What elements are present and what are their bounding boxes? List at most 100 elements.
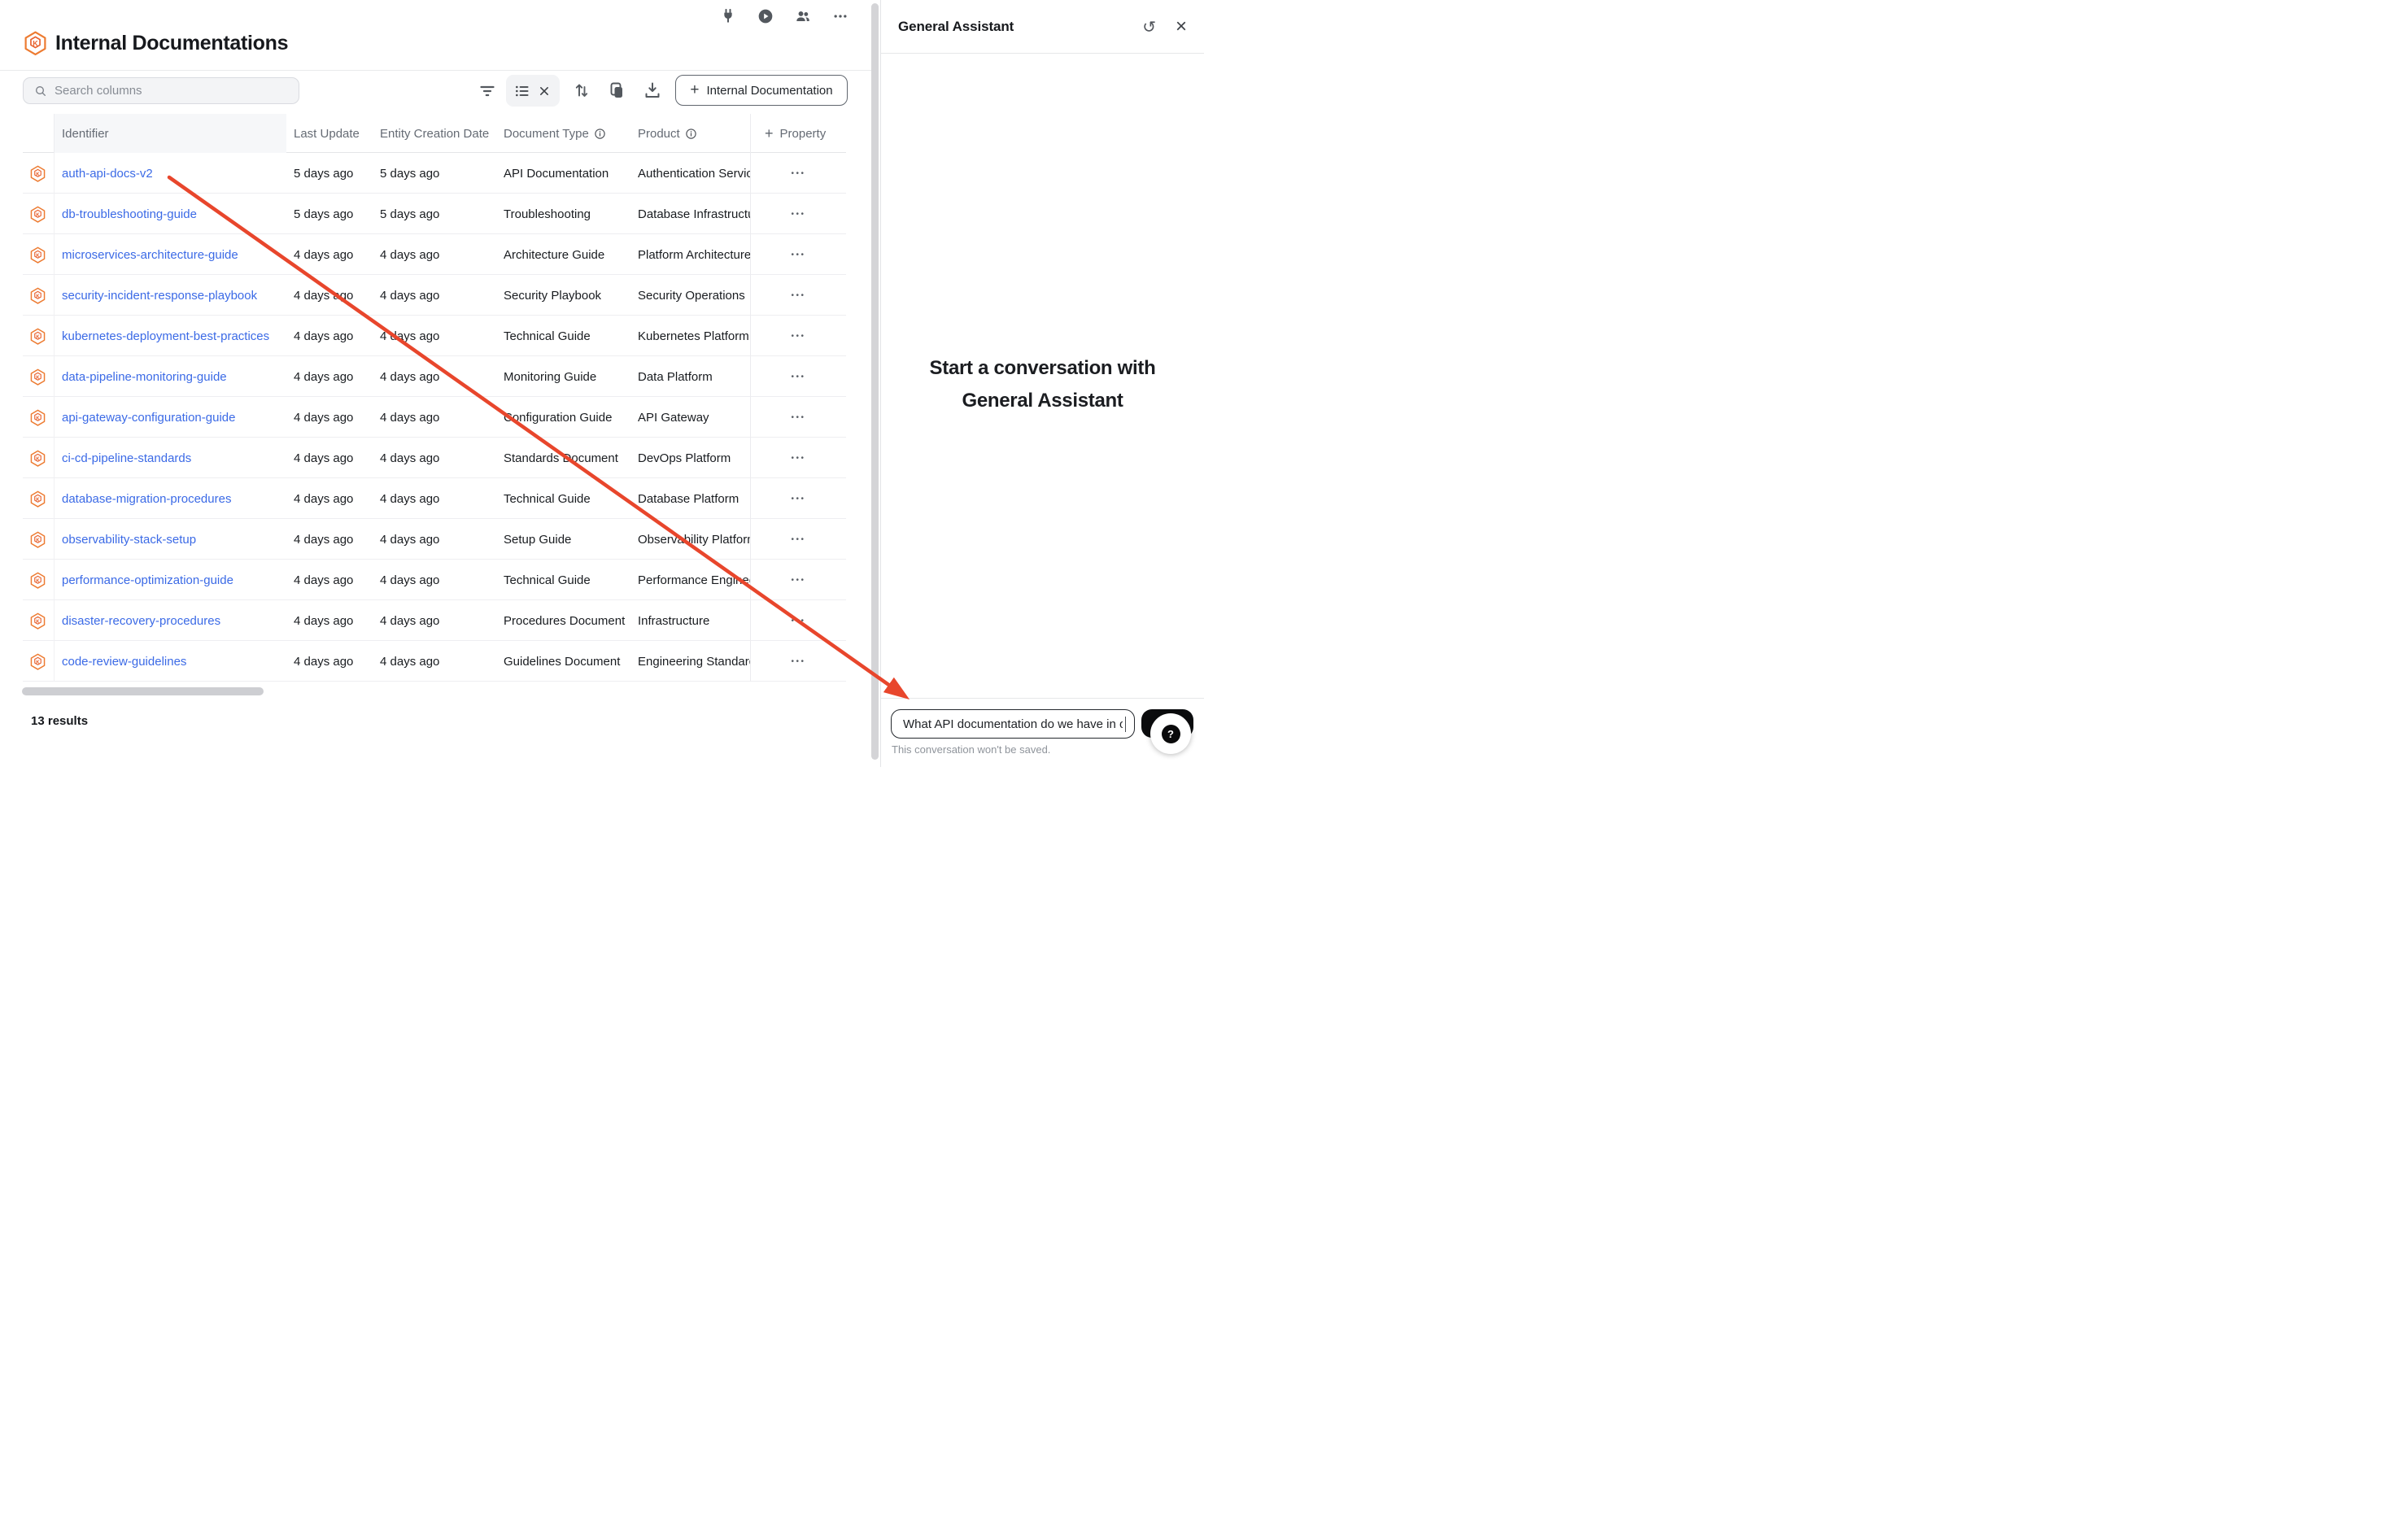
table-row[interactable]: database-migration-procedures 4 days ago…: [23, 478, 846, 519]
identifier-link[interactable]: observability-stack-setup: [62, 533, 196, 547]
row-menu-button[interactable]: •••: [786, 207, 810, 222]
product-cell: Authentication Service: [630, 153, 750, 194]
table-row[interactable]: auth-api-docs-v2 5 days ago 5 days ago A…: [23, 153, 846, 194]
table-row[interactable]: performance-optimization-guide 4 days ag…: [23, 560, 846, 600]
document-type-cell: Guidelines Document: [496, 641, 630, 682]
identifier-link[interactable]: performance-optimization-guide: [62, 573, 233, 587]
help-widget-button[interactable]: ?: [1150, 713, 1191, 754]
vertical-scrollbar[interactable]: [871, 3, 879, 760]
row-menu-button[interactable]: •••: [786, 247, 810, 263]
results-count: 13 results: [31, 714, 88, 728]
document-type-cell: Standards Document: [496, 438, 630, 478]
document-type-cell: Monitoring Guide: [496, 356, 630, 397]
identifier-link[interactable]: auth-api-docs-v2: [62, 167, 153, 181]
entity-creation-date-cell: 4 days ago: [373, 234, 496, 275]
row-menu-button[interactable]: •••: [786, 613, 810, 629]
table-row[interactable]: observability-stack-setup 4 days ago 4 d…: [23, 519, 846, 560]
last-update-cell: 4 days ago: [286, 600, 373, 641]
table-body: auth-api-docs-v2 5 days ago 5 days ago A…: [23, 153, 846, 682]
table-row[interactable]: code-review-guidelines 4 days ago 4 days…: [23, 641, 846, 682]
document-type-cell: Configuration Guide: [496, 397, 630, 438]
table-row[interactable]: data-pipeline-monitoring-guide 4 days ag…: [23, 356, 846, 397]
empty-state-line1: Start a conversation with: [881, 352, 1204, 385]
identifier-link[interactable]: security-incident-response-playbook: [62, 289, 257, 303]
icon-column-header: [23, 114, 54, 153]
app-window: Internal Documentations: [0, 0, 1204, 767]
document-asset-icon: [29, 652, 46, 671]
identifier-link[interactable]: disaster-recovery-procedures: [62, 614, 220, 628]
column-header-last-update[interactable]: Last Update: [286, 114, 373, 153]
info-icon: [685, 128, 697, 140]
document-type-cell: Troubleshooting: [496, 194, 630, 234]
column-header-identifier[interactable]: Identifier: [54, 114, 286, 153]
filter-icon[interactable]: [478, 81, 497, 100]
more-icon[interactable]: [832, 8, 848, 24]
document-asset-icon: [29, 449, 46, 468]
clear-view-icon[interactable]: [536, 83, 552, 99]
table-row[interactable]: kubernetes-deployment-best-practices 4 d…: [23, 316, 846, 356]
identifier-link[interactable]: kubernetes-deployment-best-practices: [62, 329, 269, 343]
row-icon-cell: [23, 641, 54, 682]
column-header-document-type[interactable]: Document Type: [496, 114, 630, 153]
chat-input[interactable]: [892, 710, 1134, 738]
identifier-link[interactable]: data-pipeline-monitoring-guide: [62, 370, 227, 384]
row-icon-cell: [23, 153, 54, 194]
identifier-link[interactable]: ci-cd-pipeline-standards: [62, 451, 191, 465]
users-icon[interactable]: [795, 8, 811, 24]
row-menu-button[interactable]: •••: [786, 532, 810, 547]
row-menu-button[interactable]: •••: [786, 573, 810, 588]
table-row[interactable]: disaster-recovery-procedures 4 days ago …: [23, 600, 846, 641]
document-asset-icon: [29, 368, 46, 386]
row-menu-button[interactable]: •••: [786, 166, 810, 181]
sort-icon[interactable]: [572, 81, 591, 100]
info-icon: [594, 128, 606, 140]
search-input[interactable]: [55, 78, 290, 103]
column-header-product[interactable]: Product: [630, 114, 750, 153]
last-update-cell: 4 days ago: [286, 438, 373, 478]
product-cell: Observability Platform: [630, 519, 750, 560]
table-row[interactable]: microservices-architecture-guide 4 days …: [23, 234, 846, 275]
row-menu-button[interactable]: •••: [786, 410, 810, 425]
row-menu-button[interactable]: •••: [786, 288, 810, 303]
plug-icon[interactable]: [720, 8, 736, 24]
row-icon-cell: [23, 316, 54, 356]
play-circle-icon[interactable]: [757, 8, 774, 24]
identifier-link[interactable]: microservices-architecture-guide: [62, 248, 238, 262]
row-menu-button[interactable]: •••: [786, 369, 810, 385]
row-menu-button[interactable]: •••: [786, 491, 810, 507]
download-icon[interactable]: [643, 81, 662, 100]
header-actions: [720, 8, 848, 24]
last-update-cell: 4 days ago: [286, 397, 373, 438]
entity-creation-date-cell: 4 days ago: [373, 397, 496, 438]
last-update-cell: 5 days ago: [286, 194, 373, 234]
identifier-link[interactable]: api-gateway-configuration-guide: [62, 411, 235, 425]
assistant-panel: General Assistant ↺ × Start a conversati…: [880, 0, 1204, 767]
table-row[interactable]: api-gateway-configuration-guide 4 days a…: [23, 397, 846, 438]
document-type-cell: Setup Guide: [496, 519, 630, 560]
add-internal-documentation-button[interactable]: + Internal Documentation: [675, 75, 848, 106]
document-asset-icon: [29, 286, 46, 305]
add-property-column-header[interactable]: + Property: [750, 114, 846, 153]
identifier-link[interactable]: code-review-guidelines: [62, 655, 186, 669]
plus-icon: +: [690, 82, 699, 98]
last-update-cell: 4 days ago: [286, 641, 373, 682]
assistant-title: General Assistant: [898, 19, 1014, 35]
search-box[interactable]: [23, 77, 299, 104]
reset-conversation-icon[interactable]: ↺: [1142, 19, 1156, 35]
identifier-link[interactable]: database-migration-procedures: [62, 492, 231, 506]
table-row[interactable]: security-incident-response-playbook 4 da…: [23, 275, 846, 316]
entity-creation-date-cell: 4 days ago: [373, 600, 496, 641]
grouped-view-control[interactable]: [506, 75, 560, 107]
table-row[interactable]: ci-cd-pipeline-standards 4 days ago 4 da…: [23, 438, 846, 478]
chat-input-box[interactable]: [891, 709, 1135, 739]
copy-icon[interactable]: [607, 81, 626, 100]
close-icon[interactable]: ×: [1176, 17, 1187, 37]
row-menu-button[interactable]: •••: [786, 329, 810, 344]
document-asset-icon: [29, 327, 46, 346]
row-menu-button[interactable]: •••: [786, 451, 810, 466]
horizontal-scrollbar[interactable]: [22, 687, 264, 695]
column-header-entity-creation-date[interactable]: Entity Creation Date: [373, 114, 496, 153]
identifier-link[interactable]: db-troubleshooting-guide: [62, 207, 197, 221]
row-menu-button[interactable]: •••: [786, 654, 810, 669]
table-row[interactable]: db-troubleshooting-guide 5 days ago 5 da…: [23, 194, 846, 234]
